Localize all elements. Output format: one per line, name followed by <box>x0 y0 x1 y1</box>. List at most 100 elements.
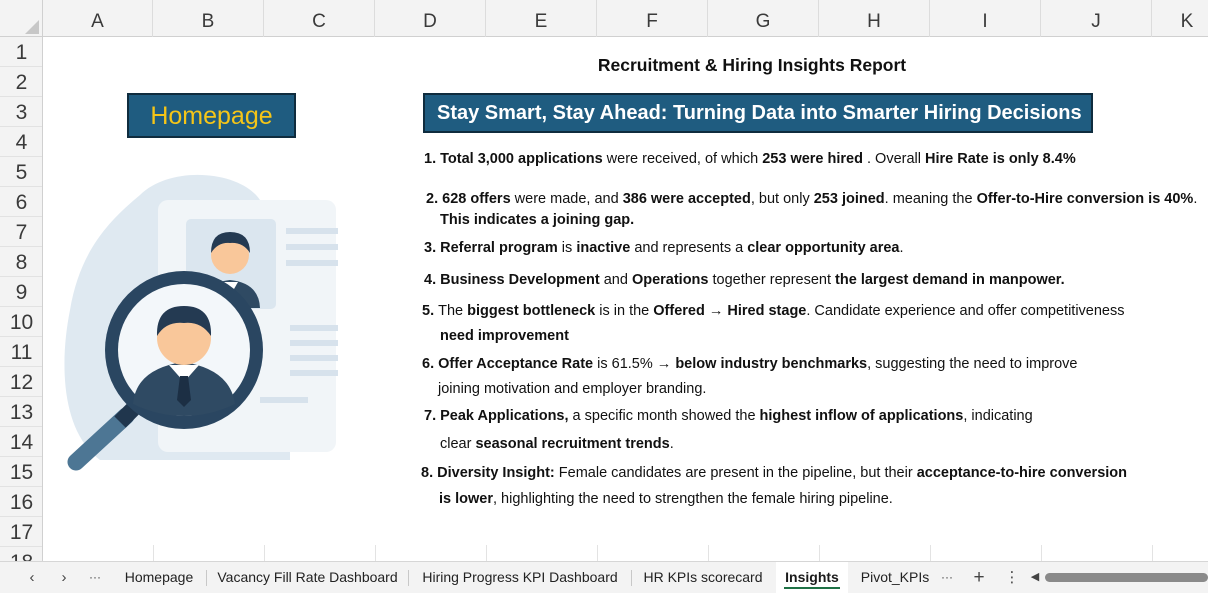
row-header-13[interactable]: 13 <box>0 397 42 427</box>
prev-sheet-icon[interactable]: ‹ <box>21 562 43 593</box>
column-header-f[interactable]: F <box>597 0 708 37</box>
insight-bold-text: This indicates a joining gap. <box>440 212 635 228</box>
insight-text: , suggesting the need to improve <box>867 356 1078 372</box>
column-header-j[interactable]: J <box>1041 0 1152 37</box>
insight-text: is <box>557 240 577 256</box>
row-header-1[interactable]: 1 <box>0 37 42 67</box>
insight-number: 8. <box>421 465 438 481</box>
insight-line: 1. Total 3,000 applications were receive… <box>424 149 1076 169</box>
tab-separator <box>206 570 207 586</box>
column-header-g[interactable]: G <box>708 0 819 37</box>
column-header-a[interactable]: A <box>43 0 153 37</box>
sheet-menu-icon[interactable]: ⋮ <box>1001 562 1023 593</box>
row-header-6[interactable]: 6 <box>0 187 42 217</box>
tab-separator <box>408 570 409 586</box>
sheet-tab-bar: ‹ › ··· Homepage Vacancy Fill Rate Dashb… <box>0 561 1208 593</box>
insight-bold-text: seasonal recruitment trends <box>475 436 670 452</box>
row-header-4[interactable]: 4 <box>0 127 42 157</box>
more-sheets-left-icon[interactable]: ··· <box>84 562 106 593</box>
tab-vacancy-fill-rate-dashboard[interactable]: Vacancy Fill Rate Dashboard <box>210 562 405 593</box>
insight-number: 5. <box>422 303 439 319</box>
column-header-d[interactable]: D <box>375 0 486 37</box>
row-header-17[interactable]: 17 <box>0 517 42 547</box>
insight-line: joining motivation and employer branding… <box>438 379 706 399</box>
insight-text: . Overall <box>862 151 926 167</box>
insight-bold-text: Offer-to-Hire conversion is 40% <box>976 191 1194 207</box>
gridline <box>264 545 265 561</box>
insight-number: 7. <box>424 408 441 424</box>
insight-text: The <box>438 303 468 319</box>
column-header-h[interactable]: H <box>819 0 930 37</box>
insight-text: . <box>1193 191 1198 207</box>
insight-bold-text: 253 joined <box>813 191 885 207</box>
insight-bold-text: Offered → Hired stage <box>653 303 807 319</box>
insight-bold-text: highest inflow of applications <box>759 408 964 424</box>
add-sheet-icon[interactable]: + <box>968 562 990 593</box>
tab-hiring-progress-kpi-dashboard[interactable]: Hiring Progress KPI Dashboard <box>412 562 628 593</box>
recruitment-magnifier-illustration <box>64 174 338 471</box>
more-sheets-right-icon[interactable]: ··· <box>936 562 958 593</box>
insight-bold-text: Business Development <box>440 272 600 288</box>
insight-number: 4. <box>424 272 441 288</box>
gridline <box>1041 545 1042 561</box>
insight-line: 6. Offer Acceptance Rate is 61.5% → belo… <box>422 354 1078 374</box>
tab-insights-label: Insights <box>785 569 839 585</box>
insight-number: 1. <box>424 151 441 167</box>
row-header-15[interactable]: 15 <box>0 457 42 487</box>
column-header-e[interactable]: E <box>486 0 597 37</box>
tab-homepage[interactable]: Homepage <box>114 562 204 593</box>
insight-text: and <box>599 272 632 288</box>
select-all-corner[interactable] <box>0 0 43 37</box>
row-header-2[interactable]: 2 <box>0 67 42 97</box>
insight-line: 4. Business Development and Operations t… <box>424 270 1065 290</box>
row-header-7[interactable]: 7 <box>0 217 42 247</box>
tab-pivot-kpis[interactable]: Pivot_KPIs <box>852 562 938 593</box>
row-header-18[interactable]: 18 <box>0 547 42 561</box>
column-header-i[interactable]: I <box>930 0 1041 37</box>
insight-text: . meaning the <box>884 191 977 207</box>
next-sheet-icon[interactable]: › <box>53 562 75 593</box>
row-header-16[interactable]: 16 <box>0 487 42 517</box>
insight-bold-text: 386 were accepted <box>622 191 751 207</box>
gridline <box>375 545 376 561</box>
tab-insights[interactable]: Insights <box>776 562 848 593</box>
insight-bold-text: biggest bottleneck <box>467 303 596 319</box>
insight-bold-text: Hire Rate is only 8.4% <box>925 151 1076 167</box>
gridline <box>930 545 931 561</box>
horizontal-scrollbar-thumb[interactable] <box>1045 573 1208 582</box>
insight-number: 3. <box>424 240 441 256</box>
active-tab-underline <box>784 587 840 589</box>
insight-bold-text: inactive <box>576 240 631 256</box>
insight-bold-text: 253 were hired <box>762 151 863 167</box>
insight-text: . <box>899 240 904 256</box>
insight-line: is lower, highlighting the need to stren… <box>439 489 893 509</box>
row-header-11[interactable]: 11 <box>0 337 42 367</box>
insight-line: clear seasonal recruitment trends. <box>440 434 674 454</box>
insight-bold-text: acceptance-to-hire conversion <box>916 465 1128 481</box>
insight-bold-text: Offer Acceptance Rate <box>438 356 594 372</box>
column-header-b[interactable]: B <box>153 0 264 37</box>
insight-bold-text: Referral program <box>440 240 558 256</box>
gridline <box>153 545 154 561</box>
column-header-c[interactable]: C <box>264 0 375 37</box>
insights-banner: Stay Smart, Stay Ahead: Turning Data int… <box>423 93 1093 133</box>
insight-bold-text: Total 3,000 applications <box>440 151 603 167</box>
homepage-button[interactable]: Homepage <box>127 93 296 138</box>
insight-text: is in the <box>595 303 654 319</box>
row-header-12[interactable]: 12 <box>0 367 42 397</box>
row-header-5[interactable]: 5 <box>0 157 42 187</box>
scroll-left-icon[interactable]: ◀ <box>1024 562 1046 593</box>
row-header-14[interactable]: 14 <box>0 427 42 457</box>
insight-bold-text: the largest demand in manpower. <box>835 272 1065 288</box>
tab-separator <box>631 570 632 586</box>
column-header-k[interactable]: K <box>1152 0 1208 37</box>
row-header-3[interactable]: 3 <box>0 97 42 127</box>
row-header-10[interactable]: 10 <box>0 307 42 337</box>
insight-line: 8. Diversity Insight: Female candidates … <box>421 463 1127 483</box>
insight-bold-text: clear opportunity area <box>747 240 900 256</box>
tab-hr-kpis-scorecard[interactable]: HR KPIs scorecard <box>636 562 770 593</box>
row-header-9[interactable]: 9 <box>0 277 42 307</box>
insight-line: 3. Referral program is inactive and repr… <box>424 238 904 258</box>
row-header-8[interactable]: 8 <box>0 247 42 277</box>
insight-bold-text: 628 offers <box>442 191 511 207</box>
